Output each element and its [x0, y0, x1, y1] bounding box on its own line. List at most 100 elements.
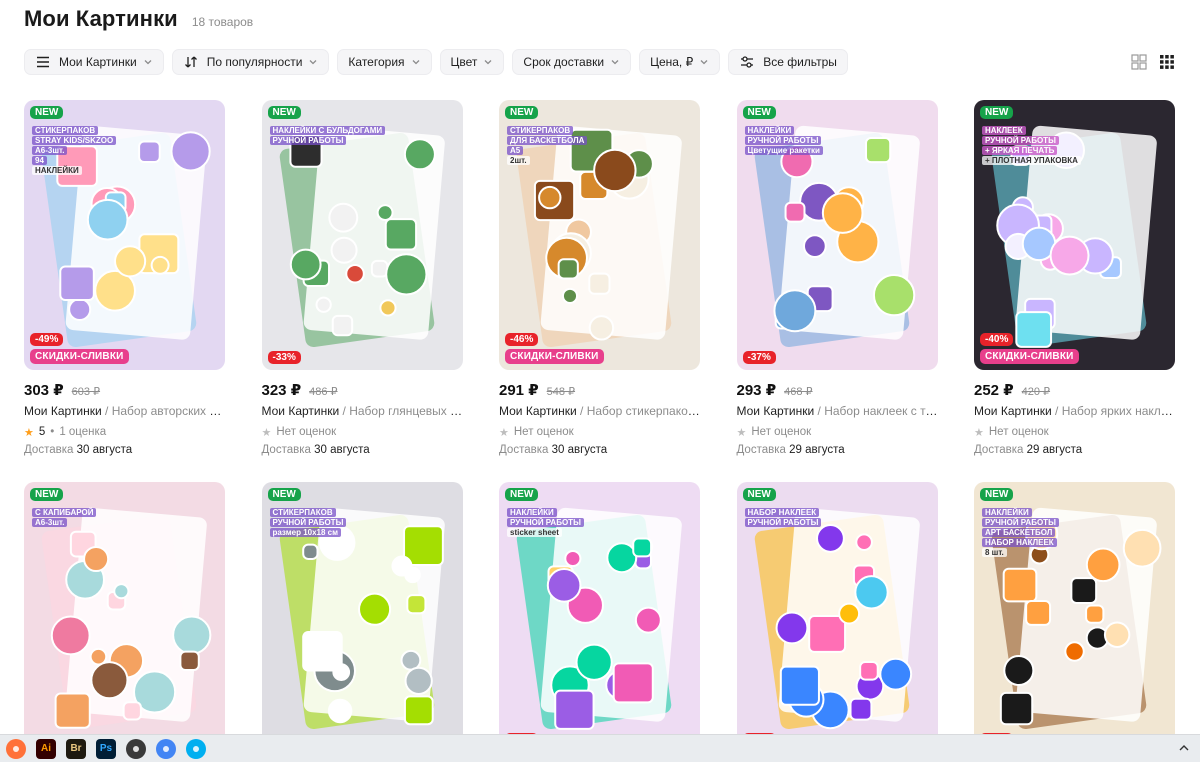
sale-badge: СКИДКИ-СЛИВКИ: [30, 349, 129, 364]
product-image-art: [736, 100, 938, 370]
no-rating-text: Нет оценок: [988, 426, 1049, 438]
grid-small-view-icon[interactable]: [1158, 53, 1176, 71]
product-image[interactable]: НАКЛЕЙКИРУЧНОЙ РАБОТЫsticker sheetNEW-28…: [499, 482, 700, 752]
product-image-art: [24, 100, 225, 370]
reviews-count: 1 оценка: [59, 426, 107, 438]
chrome-icon[interactable]: [156, 738, 176, 759]
photoshop-icon[interactable]: Ps: [96, 738, 116, 759]
chevron-down-icon: [483, 57, 493, 67]
product-image[interactable]: СТИКЕРПАКОВ РУЧНОЙ РАБОТЫ размер 10х18 см N…: [261, 482, 463, 752]
product-image[interactable]: НАКЛЕЙКИ РУЧНОЙ РАБОТЫ Цветущие ракетки NEW…: [736, 100, 938, 370]
price-row: 291 ₽ 548 ₽: [499, 381, 700, 401]
product-image-art: [736, 482, 938, 752]
price: 323 ₽: [261, 382, 302, 399]
product-image[interactable]: СТИКЕРПАКОВ STRAY KIDS/SKZOO А6-3шт. 94 НАКЛ…: [24, 100, 225, 370]
product-card[interactable]: СТИКЕРПАКОВ STRAY KIDS/SKZOO А6-3шт. 94 НАКЛ…: [24, 100, 225, 460]
filter-5[interactable]: Срок доставки: [512, 49, 632, 75]
product-grid: СТИКЕРПАКОВ STRAY KIDS/SKZOO А6-3шт. 94 НАКЛ…: [24, 100, 1176, 752]
product-card[interactable]: С КАПИБАРОЙ А6-3шт. NEW: [24, 482, 225, 752]
product-image[interactable]: С КАПИБАРОЙ А6-3шт. NEW: [24, 482, 225, 752]
firefox-icon[interactable]: [6, 738, 26, 759]
product-image[interactable]: НАКЛЕЙКИ С БУЛЬДОГАМИ РУЧНОЙ РАБОТЫ NEW -33…: [261, 100, 463, 370]
filter-2[interactable]: По популярности: [171, 49, 330, 75]
chevron-down-icon: [411, 57, 421, 67]
product-card[interactable]: СТИКЕРПАКОВ РУЧНОЙ РАБОТЫ размер 10х18 см N…: [261, 482, 463, 752]
new-badge: NEW: [267, 106, 301, 119]
product-image[interactable]: НАКЛЕЙКИ РУЧНОЙ РАБОТЫ АРТ БАСКЕТБОЛ НАБОР …: [974, 482, 1175, 752]
new-badge: NEW: [30, 488, 64, 501]
product-image-art: [974, 482, 1175, 752]
price: 293 ₽: [736, 382, 777, 399]
product-card[interactable]: НАКЛЕЙКИ РУЧНОЙ РАБОТЫ Цветущие ракетки NEW…: [736, 100, 938, 460]
illustrator-icon[interactable]: Ai: [36, 738, 56, 759]
grid-large-view-icon[interactable]: [1130, 53, 1148, 71]
product-name: Набор авторских наклеек: [111, 404, 225, 418]
rating-value: 5: [38, 426, 46, 438]
app-label: Br: [70, 743, 82, 754]
skype-icon[interactable]: [186, 738, 206, 759]
old-price: 548 ₽: [546, 386, 576, 398]
product-card[interactable]: НАКЛЕЙКИ С БУЛЬДОГАМИ РУЧНОЙ РАБОТЫ NEW -33…: [261, 100, 463, 460]
product-image[interactable]: НАБОР НАКЛЕЕКРУЧНОЙ РАБОТЫNEW-27%: [736, 482, 938, 752]
product-title[interactable]: Мои Картинки / Набор глянцевых стикеров: [262, 404, 463, 420]
delivery-date: 30 августа: [76, 444, 133, 456]
product-card[interactable]: НАКЛЕЙКИ РУЧНОЙ РАБОТЫ АРТ БАСКЕТБОЛ НАБОР …: [974, 482, 1175, 752]
separator: /: [101, 404, 112, 418]
product-title[interactable]: Мои Картинки / Набор ярких наклеек: [974, 404, 1175, 420]
star-icon: ★: [736, 426, 747, 439]
old-price: 603 ₽: [71, 386, 101, 398]
delivery-label: Доставка: [974, 444, 1024, 456]
product-card[interactable]: НАБОР НАКЛЕЕКРУЧНОЙ РАБОТЫNEW-27%: [736, 482, 938, 752]
rating-row: ★ Нет оценок: [262, 424, 463, 440]
new-badge: NEW: [742, 106, 776, 119]
product-title[interactable]: Мои Картинки / Набор наклеек с теннисом: [737, 404, 938, 420]
star-icon: ★: [261, 426, 272, 439]
delivery-info: Доставка 30 августа: [262, 444, 463, 460]
obs-icon[interactable]: [126, 738, 146, 759]
star-icon: ★: [974, 426, 984, 439]
new-badge: NEW: [505, 488, 539, 501]
star-icon: ★: [499, 426, 509, 439]
view-toggle: [1130, 53, 1176, 71]
discount-badge: -37%: [742, 351, 776, 364]
filter-label: Все фильтры: [763, 55, 837, 69]
product-image[interactable]: НАКЛЕЕК РУЧНОЙ РАБОТЫ + ЯРКАЯ ПЕЧАТЬ + ПЛОТ…: [974, 100, 1175, 370]
app-label: Ps: [99, 743, 113, 754]
discount-badge: -33%: [267, 351, 301, 364]
filter-3[interactable]: Категория: [337, 49, 432, 75]
filter-label: Цена, ₽: [650, 55, 694, 69]
product-title[interactable]: Мои Картинки / Набор стикерпаков на: [499, 404, 700, 420]
filter-7[interactable]: Все фильтры: [728, 49, 848, 75]
filter-label: Срок доставки: [523, 55, 605, 69]
rating-row: ★ Нет оценок: [499, 424, 700, 440]
old-price: 486 ₽: [309, 386, 338, 398]
app-label: Ai: [41, 743, 51, 754]
product-image-art: [261, 482, 463, 752]
bridge-icon[interactable]: Br: [66, 738, 86, 759]
product-name: Набор стикерпаков на: [586, 404, 700, 418]
chevron-up-icon[interactable]: [1178, 741, 1190, 759]
brand-name: Мои Картинки: [24, 404, 102, 418]
product-card[interactable]: СТИКЕРПАКОВ ДЛЯ БАСКЕТБОЛА А5 2шт. NEW -46% СК…: [499, 100, 700, 460]
separator: /: [339, 404, 350, 418]
filter-6[interactable]: Цена, ₽: [639, 49, 721, 75]
chevron-down-icon: [308, 57, 318, 67]
filter-1[interactable]: Мои Картинки: [24, 49, 164, 75]
product-card[interactable]: НАКЛЕЕК РУЧНОЙ РАБОТЫ + ЯРКАЯ ПЕЧАТЬ + ПЛОТ…: [974, 100, 1175, 460]
price-row: 293 ₽ 468 ₽: [737, 381, 938, 401]
sort-icon: [183, 54, 199, 70]
star-icon: ★: [24, 426, 34, 439]
new-badge: NEW: [742, 488, 776, 501]
discount-badge: -40%: [980, 333, 1014, 346]
menu-icon: [35, 54, 51, 70]
product-name: Набор глянцевых стикеров: [349, 404, 462, 418]
product-image[interactable]: СТИКЕРПАКОВ ДЛЯ БАСКЕТБОЛА А5 2шт. NEW -46% СК…: [499, 100, 700, 370]
page-header: Мои Картинки 18 товаров: [24, 6, 253, 34]
chevron-down-icon: [699, 57, 709, 67]
price-row: 252 ₽ 420 ₽: [974, 381, 1175, 401]
system-tray: [1178, 741, 1190, 759]
filter-4[interactable]: Цвет: [439, 49, 505, 75]
new-badge: NEW: [980, 488, 1014, 501]
product-title[interactable]: Мои Картинки / Набор авторских наклеек: [24, 404, 225, 420]
product-card[interactable]: НАКЛЕЙКИРУЧНОЙ РАБОТЫsticker sheetNEW-28…: [499, 482, 700, 752]
